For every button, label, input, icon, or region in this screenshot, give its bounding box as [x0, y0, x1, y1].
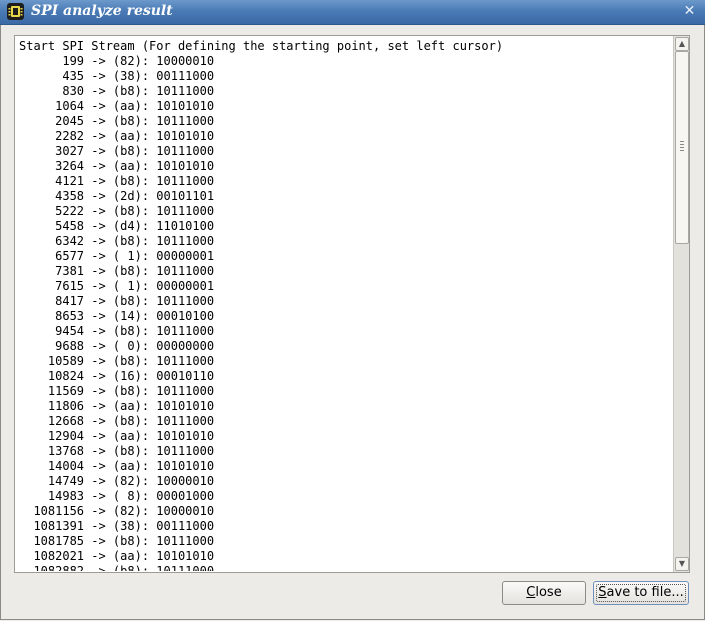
- output-line: 5458 -> (d4): 11010100: [19, 219, 215, 233]
- output-line: 10589 -> (b8): 10111000: [19, 354, 215, 368]
- vertical-scrollbar[interactable]: ▲ ▼: [673, 36, 689, 572]
- arrow-up-icon: ▲: [678, 39, 686, 48]
- output-line: 14004 -> (aa): 10101010: [19, 459, 215, 473]
- save-to-file-button[interactable]: Save to file...: [593, 581, 689, 605]
- output-line: 199 -> (82): 10000010: [19, 54, 215, 68]
- output-line: 4358 -> (2d): 00101101: [19, 189, 215, 203]
- output-line: 1082021 -> (aa): 10101010: [19, 549, 215, 563]
- focus-ring: [596, 584, 686, 602]
- output-line: 10824 -> (16): 00010110: [19, 369, 215, 383]
- close-button[interactable]: Close: [502, 581, 586, 605]
- output-line: 12668 -> (b8): 10111000: [19, 414, 215, 428]
- output-line: 830 -> (b8): 10111000: [19, 84, 215, 98]
- arrow-down-icon: ▼: [678, 559, 686, 568]
- output-line: 1081785 -> (b8): 10111000: [19, 534, 215, 548]
- output-line: 6342 -> (b8): 10111000: [19, 234, 215, 248]
- result-text-area[interactable]: Start SPI Stream (For defining the start…: [14, 35, 690, 573]
- title-bar[interactable]: SPI analyze result ✕: [0, 0, 705, 25]
- output-line: 2282 -> (aa): 10101010: [19, 129, 215, 143]
- output-line: 8653 -> (14): 00010100: [19, 309, 215, 323]
- result-text[interactable]: Start SPI Stream (For defining the start…: [19, 39, 674, 571]
- output-line: 6577 -> ( 1): 00000001: [19, 249, 215, 263]
- output-line: 2045 -> (b8): 10111000: [19, 114, 215, 128]
- output-line: 7381 -> (b8): 10111000: [19, 264, 215, 278]
- output-line: 8417 -> (b8): 10111000: [19, 294, 215, 308]
- scroll-thumb[interactable]: [675, 51, 689, 244]
- output-line: Start SPI Stream (For defining the start…: [19, 39, 504, 53]
- output-line: 13768 -> (b8): 10111000: [19, 444, 215, 458]
- chip-icon: [7, 3, 24, 20]
- output-line: 435 -> (38): 00111000: [19, 69, 215, 83]
- output-line: 11806 -> (aa): 10101010: [19, 399, 215, 413]
- output-line: 9688 -> ( 0): 00000000: [19, 339, 215, 353]
- scroll-up-button[interactable]: ▲: [675, 37, 689, 51]
- output-line: 9454 -> (b8): 10111000: [19, 324, 215, 338]
- output-line: 11569 -> (b8): 10111000: [19, 384, 215, 398]
- close-icon[interactable]: ✕: [681, 3, 698, 20]
- output-line: 5222 -> (b8): 10111000: [19, 204, 215, 218]
- output-line: 4121 -> (b8): 10111000: [19, 174, 215, 188]
- output-line: 1081156 -> (82): 10000010: [19, 504, 215, 518]
- output-line: 7615 -> ( 1): 00000001: [19, 279, 215, 293]
- window-title: SPI analyze result: [31, 3, 173, 19]
- output-line: 1081391 -> (38): 00111000: [19, 519, 215, 533]
- output-line: 3027 -> (b8): 10111000: [19, 144, 215, 158]
- output-line: 3264 -> (aa): 10101010: [19, 159, 215, 173]
- scroll-down-button[interactable]: ▼: [675, 557, 689, 571]
- close-button-label: Close: [526, 585, 562, 600]
- output-line: 14983 -> ( 8): 00001000: [19, 489, 215, 503]
- output-line: 12904 -> (aa): 10101010: [19, 429, 215, 443]
- output-line: 1064 -> (aa): 10101010: [19, 99, 215, 113]
- output-line: 14749 -> (82): 10000010: [19, 474, 215, 488]
- grip-icon: [680, 141, 684, 153]
- output-line: 1082882 -> (b8): 10111000: [19, 564, 215, 571]
